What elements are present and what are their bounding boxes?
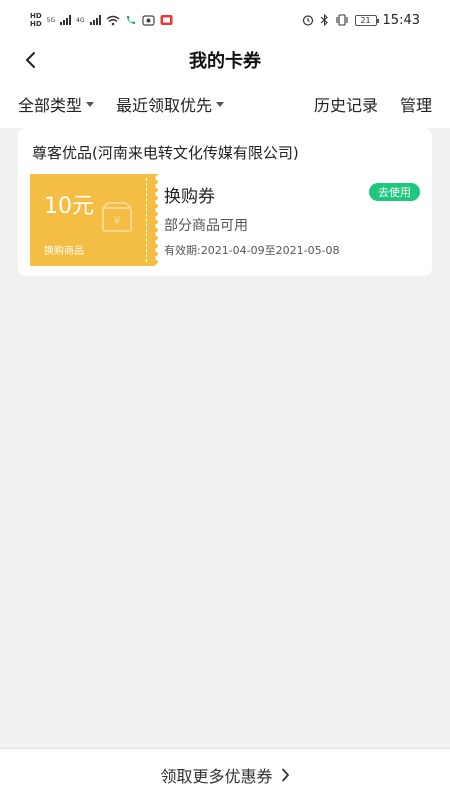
coupon-kind: 换购商品 (44, 246, 84, 257)
svg-text:¥: ¥ (113, 214, 121, 228)
use-coupon-label: 去使用 (378, 186, 411, 199)
history-button[interactable]: 历史记录 (314, 92, 378, 116)
clock-time: 15:43 (382, 12, 420, 28)
coupon-description: 部分商品可用 (164, 218, 248, 234)
get-more-coupons-label: 领取更多优惠券 (160, 766, 273, 786)
signal-icon (60, 15, 72, 25)
hd-indicator: HD HD (30, 12, 42, 28)
coupon-list: 尊客优品(河南来电转文化传媒有限公司) 10元 ¥ 换购商品 换购券 去使用 部… (0, 128, 450, 748)
signal-icon-2 (89, 15, 101, 25)
status-left: HD HD 5G 4G (30, 12, 173, 28)
filter-bar: 全部类型 最近领取优先 历史记录 管理 (0, 80, 450, 128)
hd-top: HD (30, 12, 42, 20)
coupon-name: 换购券 (164, 187, 215, 207)
vibrate-icon (335, 14, 348, 26)
bluetooth-icon (320, 14, 328, 26)
chevron-right-icon (281, 768, 289, 781)
back-button[interactable] (18, 48, 42, 72)
phone-call-icon (126, 16, 135, 24)
network-5g-label: 5G (46, 16, 56, 24)
notification-app-icon (160, 15, 173, 25)
alarm-icon (302, 15, 313, 26)
network-4g-label: 4G (76, 16, 85, 24)
coupon-validity: 有效期:2021-04-09至2021-05-08 (164, 244, 340, 257)
history-label: 历史记录 (313, 96, 378, 115)
use-coupon-button[interactable]: 去使用 (369, 183, 420, 201)
status-right: 21 15:43 (302, 13, 420, 28)
ticket-divider (146, 178, 147, 262)
sort-filter-label: 最近领取优先 (116, 96, 213, 115)
page-title: 我的卡券 (189, 51, 261, 72)
coupon-card[interactable]: 尊客优品(河南来电转文化传媒有限公司) 10元 ¥ 换购商品 换购券 去使用 部… (18, 128, 432, 276)
battery-level: 21 (360, 15, 371, 25)
nav-bar: 我的卡券 (0, 40, 450, 80)
status-bar: HD HD 5G 4G 21 15:43 (0, 0, 450, 40)
sort-filter-dropdown[interactable]: 最近领取优先 (116, 92, 225, 116)
shopping-bag-icon: ¥ (102, 202, 132, 232)
get-more-coupons-button[interactable]: 领取更多优惠券 (0, 748, 450, 800)
type-filter-label: 全部类型 (18, 96, 83, 115)
coupon-amount: 10元 (44, 194, 94, 219)
manage-label: 管理 (399, 96, 432, 115)
chevron-left-icon (26, 52, 35, 68)
hd-bottom: HD (30, 20, 42, 28)
caret-down-icon (86, 101, 95, 107)
ticket-perforation (150, 174, 158, 266)
merchant-name: 尊客优品(河南来电转文化传媒有限公司) (32, 144, 299, 162)
battery-icon: 21 (354, 14, 379, 26)
coupon-ticket: 10元 ¥ 换购商品 (30, 174, 156, 266)
type-filter-dropdown[interactable]: 全部类型 (18, 92, 95, 116)
app-icon (142, 15, 155, 26)
caret-down-icon (216, 101, 225, 107)
wifi-icon (106, 15, 120, 25)
manage-button[interactable]: 管理 (400, 92, 432, 116)
